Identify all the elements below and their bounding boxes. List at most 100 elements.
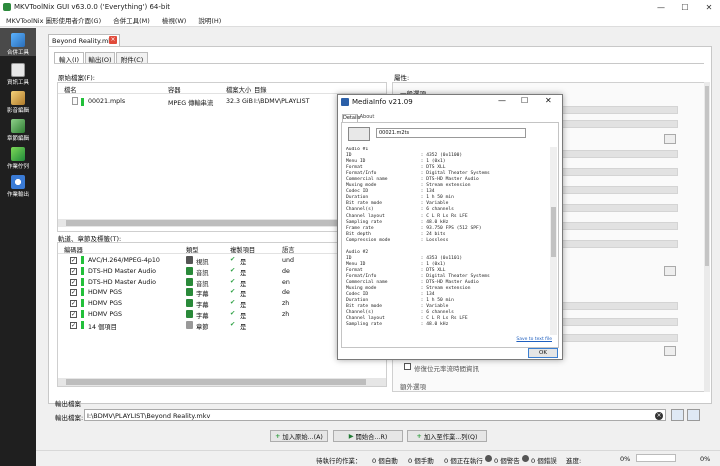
- folder-icon[interactable]: [687, 409, 700, 421]
- close-tab-icon[interactable]: ×: [109, 36, 117, 44]
- output-file-input[interactable]: I:\BDMV\PLAYLIST\Beyond Reality.mkv ×: [84, 409, 666, 421]
- track-checkbox[interactable]: ✓: [70, 278, 77, 286]
- track-checkbox[interactable]: ✓: [70, 257, 77, 264]
- file-size: 32.3 GiB: [226, 98, 253, 105]
- track-type: 字幕: [196, 313, 209, 320]
- column-header-container[interactable]: 容器: [168, 85, 181, 94]
- track-codec: HDMV PGS: [88, 300, 122, 308]
- save-to-text-link[interactable]: Save to text file: [516, 337, 552, 342]
- menu-mkvtoolnix[interactable]: MKVToolNix 圖形使用者介面(G): [0, 15, 107, 25]
- track-checkbox[interactable]: ✓: [70, 321, 77, 329]
- column-header-type[interactable]: 類型: [186, 245, 199, 254]
- mediainfo-close-button[interactable]: ✕: [545, 96, 552, 105]
- chapter-editor-icon: [11, 119, 25, 133]
- menu-merge[interactable]: 合併工具(M): [107, 15, 156, 25]
- minimize-button[interactable]: —: [650, 0, 672, 14]
- menu-bar: MKVToolNix 圖形使用者介面(G) 合併工具(M) 檢視(W) 說明(H…: [0, 14, 720, 27]
- mediainfo-file-field[interactable]: 00021.m2ts: [376, 128, 526, 138]
- track-type: 音訊: [196, 269, 209, 277]
- status-warnings[interactable]: 0 個警告: [494, 455, 520, 465]
- column-header-codec[interactable]: 編碼器: [64, 245, 83, 254]
- column-header-language[interactable]: 語言: [282, 245, 295, 254]
- track-checkbox[interactable]: ✓: [70, 311, 77, 318]
- output-file-label: 輸出檔案:: [55, 414, 84, 422]
- track-copy: 是: [240, 280, 247, 288]
- track-checkbox[interactable]: ✓: [70, 300, 77, 308]
- track-language: de: [282, 289, 290, 297]
- sidebar-item-info[interactable]: 資訊工具: [0, 58, 36, 86]
- tab-divider: [54, 63, 704, 64]
- mediainfo-minimize-button[interactable]: —: [498, 96, 506, 105]
- fix-bitstream-label: 修復位元率流時間資訊: [414, 365, 479, 373]
- progress-label: 進度:: [566, 457, 582, 465]
- status-indicator: [81, 299, 84, 308]
- track-type: 字幕: [196, 291, 209, 299]
- browse-icon[interactable]: [664, 346, 676, 356]
- track-language: en: [282, 278, 290, 286]
- check-icon: ✔: [230, 256, 236, 263]
- column-header-filename[interactable]: 檔名: [64, 85, 77, 94]
- track-copy: 是: [240, 259, 247, 266]
- scrollbar-thumb[interactable]: [551, 207, 556, 257]
- track-type: 字幕: [196, 302, 209, 310]
- column-header-directory[interactable]: 目錄: [254, 85, 267, 94]
- clear-icon[interactable]: ×: [655, 411, 663, 420]
- window-title: MKVToolNix GUI v63.0.0 ('Everything') 64…: [14, 3, 171, 11]
- start-multiplexing-button[interactable]: ▶ 開始合...R): [333, 430, 403, 442]
- scrollbar-thumb[interactable]: [66, 379, 366, 385]
- plus-icon: +: [275, 432, 281, 440]
- audio-icon: [186, 266, 193, 275]
- close-window-button[interactable]: ✕: [698, 0, 720, 14]
- column-header-copy[interactable]: 複製項目: [230, 245, 255, 254]
- add-to-queue-button[interactable]: + 加入至作業...列(Q): [407, 430, 487, 442]
- mediainfo-titlebar: MediaInfo v21.09 — ☐ ✕: [338, 95, 562, 109]
- track-codec: AVC/H.264/MPEG-4p10: [88, 257, 160, 264]
- sidebar-item-header-editor[interactable]: 影音編輯: [0, 86, 36, 114]
- mediainfo-tab-about[interactable]: About: [359, 114, 375, 122]
- app-icon: [3, 3, 11, 11]
- track-codec: HDMV PGS: [88, 289, 122, 297]
- fix-bitstream-checkbox[interactable]: [404, 363, 411, 370]
- browse-icon[interactable]: [664, 266, 676, 276]
- properties-scrollbar[interactable]: [704, 82, 710, 392]
- track-checkbox[interactable]: ✓: [70, 289, 77, 297]
- job-output-icon: [11, 175, 25, 189]
- properties-label: 屬性:: [394, 74, 410, 82]
- save-icon[interactable]: [671, 409, 684, 421]
- track-checkbox[interactable]: ✓: [70, 267, 77, 275]
- progress-total: 0%: [700, 455, 711, 463]
- menu-help[interactable]: 說明(H): [192, 15, 227, 25]
- mediainfo-tab-details[interactable]: Details: [342, 114, 360, 122]
- add-source-button[interactable]: + 加入原始...(A): [270, 430, 328, 442]
- mediainfo-maximize-button[interactable]: ☐: [521, 96, 528, 105]
- edit-icon[interactable]: [664, 134, 676, 144]
- menu-view[interactable]: 檢視(W): [156, 15, 193, 25]
- column-header-size[interactable]: 檔案大小: [226, 85, 251, 94]
- mediainfo-line: Sampling rate : 48.0 kHz: [346, 322, 449, 328]
- track-copy: 是: [240, 269, 247, 277]
- sidebar-item-chapter-editor[interactable]: 章節編輯: [0, 114, 36, 142]
- status-indicator: [81, 288, 84, 297]
- sidebar-item-job-output[interactable]: 作業輸出: [0, 170, 36, 198]
- status-jobs-label: 待執行的作業：: [316, 457, 362, 465]
- track-type: 章節: [196, 323, 209, 331]
- scrollbar-thumb[interactable]: [66, 220, 366, 226]
- source-files-label: 原始檔案(F):: [58, 74, 96, 82]
- file-directory: I:\BDMV\PLAYLIST: [254, 98, 310, 105]
- sidebar-item-merge[interactable]: 合併工具: [0, 28, 36, 56]
- info-tool-icon: [11, 63, 25, 77]
- check-icon: ✔: [230, 310, 236, 317]
- tracks-scrollbar[interactable]: [58, 378, 386, 386]
- track-codec: 14 個項目: [88, 323, 117, 331]
- scrollbar-thumb[interactable]: [705, 86, 709, 266]
- mediainfo-scrollbar[interactable]: [550, 147, 557, 335]
- maximize-button[interactable]: ☐: [674, 0, 696, 14]
- ok-button[interactable]: OK: [528, 348, 558, 358]
- status-errors[interactable]: 0 個錯誤: [531, 455, 557, 465]
- mediainfo-text: Audio #1 ID : 4352 (0x1100) Menu ID : 1 (0…: [346, 147, 546, 335]
- output-section-label: 輸出檔案: [55, 400, 81, 408]
- track-codec: DTS-HD Master Audio: [88, 278, 156, 286]
- tab-document[interactable]: Beyond Reality.mkv ×: [48, 34, 120, 46]
- sidebar-item-job-queue[interactable]: 作業佇列: [0, 142, 36, 170]
- track-copy: 是: [240, 291, 247, 299]
